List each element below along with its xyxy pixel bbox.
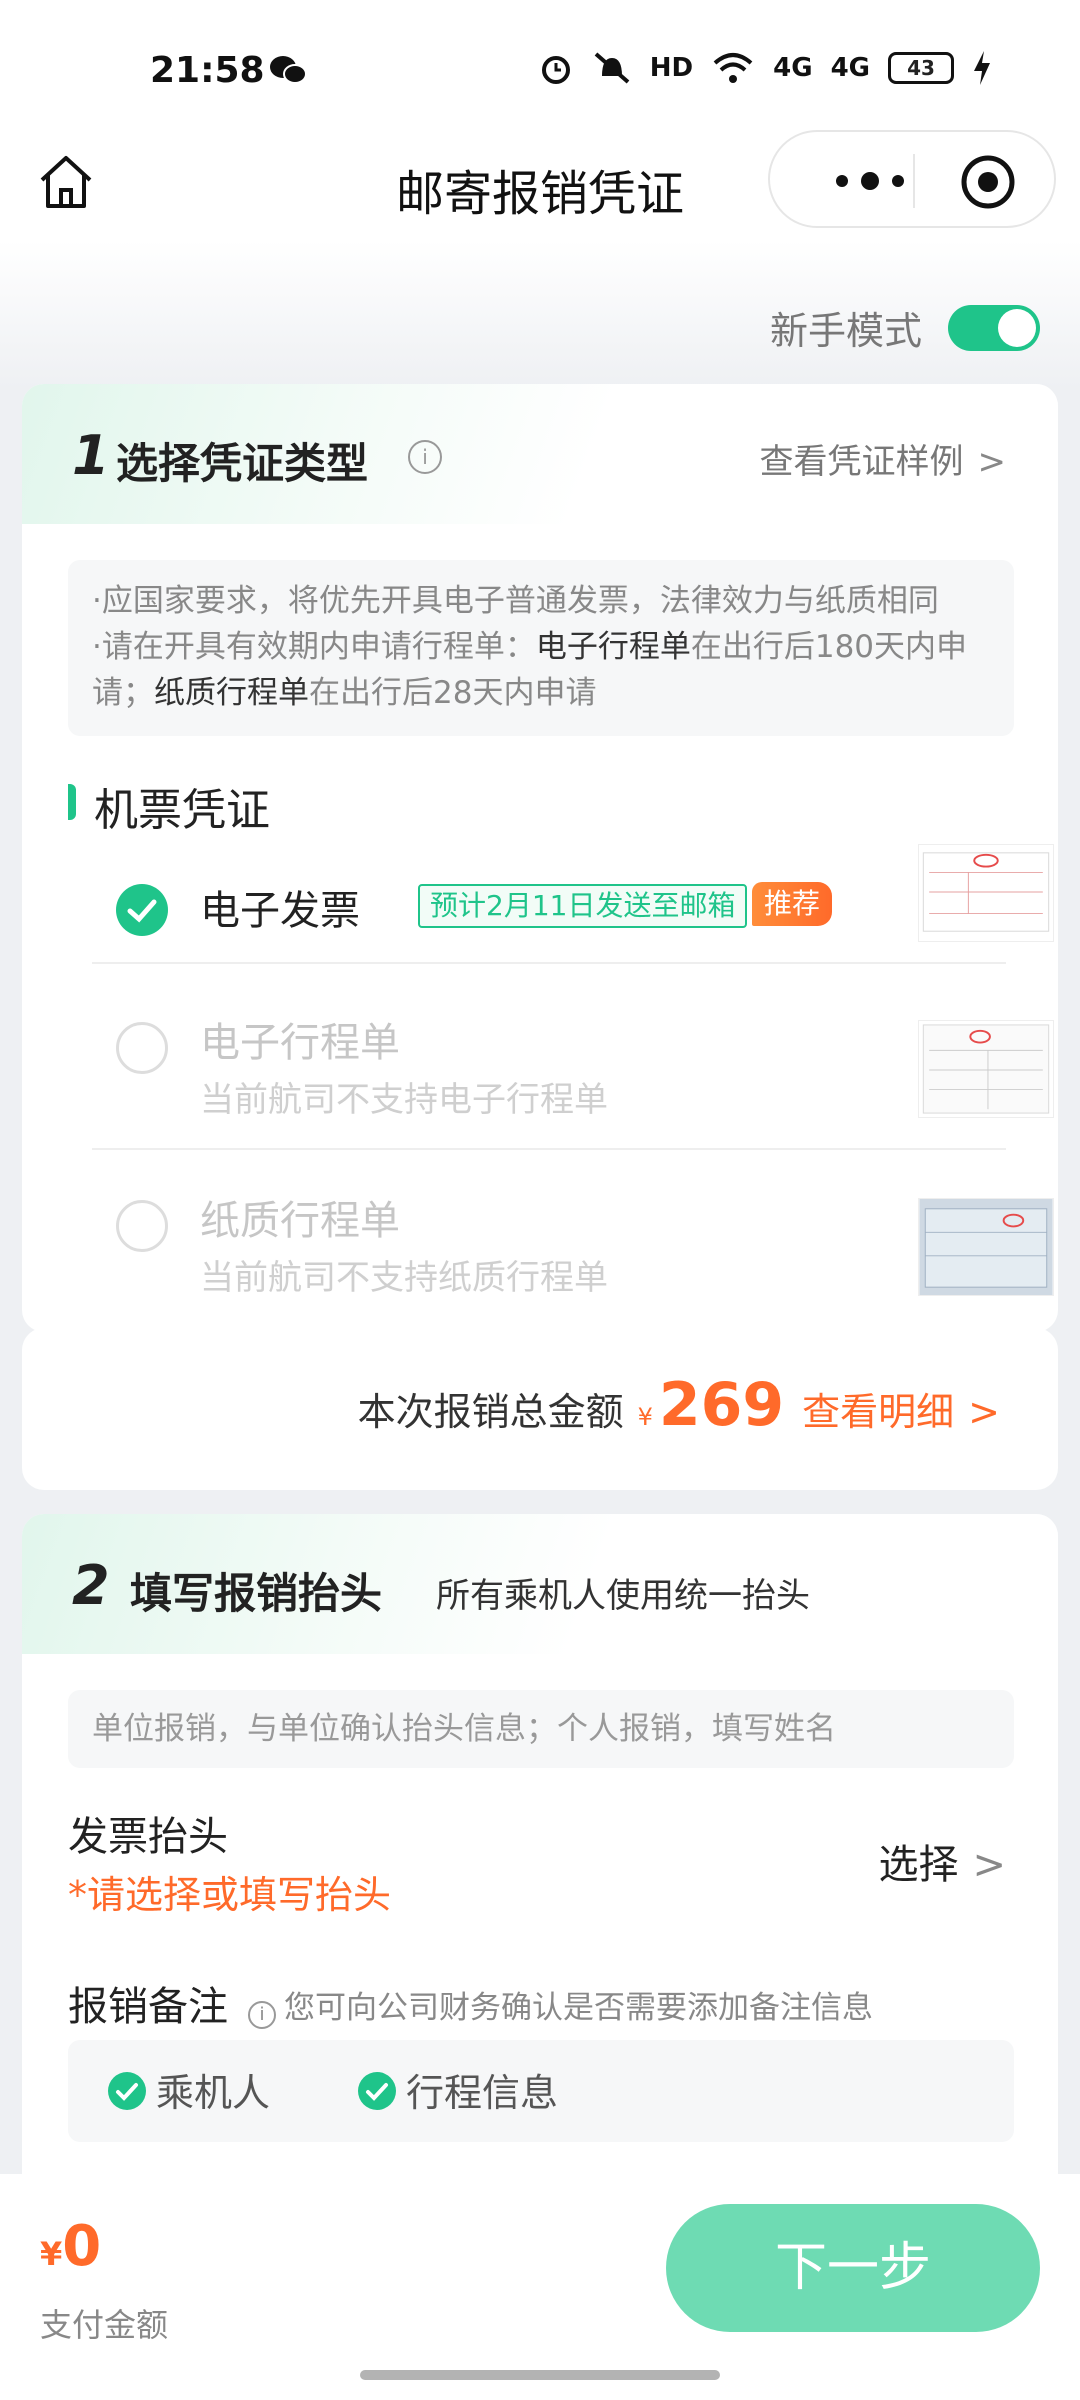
- newbie-mode-label: 新手模式: [769, 309, 922, 353]
- select-label: 选择: [878, 1842, 959, 1888]
- hd-icon: HD: [649, 53, 694, 83]
- section-title: 填写报销抬头: [130, 1569, 383, 1618]
- toggle-knob: [998, 308, 1036, 347]
- alarm-icon: [541, 56, 570, 84]
- invoice-title-hint: 单位报销，与单位确认抬头信息；个人报销，填写姓名: [68, 1690, 1014, 1768]
- status-icons: HD 4G 4G 43: [538, 50, 992, 86]
- remark-passenger-label: 乘机人: [156, 2071, 271, 2115]
- chevron-right-icon: >: [977, 442, 1007, 482]
- bottom-bar: ¥0 支付金额 下一步: [0, 2174, 1080, 2400]
- wechat-icon: [270, 56, 307, 84]
- battery-icon: 43: [888, 52, 954, 84]
- remark-label: 报销备注: [68, 1984, 228, 2030]
- notice-box: ·应国家要求，将优先开具电子普通发票，法律效力与纸质相同 ·请在开具有效期内申请…: [68, 560, 1014, 736]
- invoice-sample-thumbnail[interactable]: [918, 844, 1054, 942]
- option-e-itinerary: 电子行程单 当前航司不支持电子行程单: [92, 980, 1054, 1150]
- total-amount-row[interactable]: 本次报销总金额 ¥ 269 查看明细 >: [358, 1370, 1000, 1440]
- more-icon[interactable]: [830, 166, 910, 196]
- section-title: 选择凭证类型: [116, 439, 369, 488]
- pay-amount: ¥0: [40, 2214, 102, 2279]
- section-number: 2: [72, 1554, 110, 1617]
- radio-unchecked-icon: [116, 1200, 168, 1252]
- signal-icon-1: 4G: [773, 53, 813, 83]
- signal-icon-2: 4G: [830, 53, 870, 83]
- capsule-divider: [913, 154, 915, 208]
- radio-unchecked-icon: [116, 1022, 168, 1074]
- total-amount-label: 本次报销总金额: [357, 1390, 624, 1434]
- close-miniprogram-icon[interactable]: [960, 154, 1016, 210]
- option-label: 纸质行程单: [200, 1198, 400, 1244]
- total-amount-value: 269: [658, 1370, 785, 1440]
- section-description: 所有乘机人使用统一抬头: [436, 1576, 810, 1616]
- view-sample-link[interactable]: 查看凭证样例 >: [760, 434, 1007, 483]
- newbie-mode-row: 新手模式: [770, 300, 1040, 355]
- remark-hint: i 您可向公司财务确认是否需要添加备注信息: [248, 1982, 873, 2029]
- option-label: 电子发票: [200, 888, 360, 934]
- next-step-button[interactable]: 下一步: [666, 2204, 1040, 2332]
- view-sample-label: 查看凭证样例: [759, 442, 964, 482]
- miniprogram-capsule: [768, 130, 1056, 228]
- remark-options: 乘机人 行程信息: [68, 2040, 1014, 2142]
- newbie-mode-toggle[interactable]: [948, 304, 1040, 351]
- chevron-right-icon: >: [972, 1842, 1006, 1888]
- notice-line-2: ·请在开具有效期内申请行程单：电子行程单在出行后180天内申请；纸质行程单在出行…: [92, 629, 968, 711]
- option-unavailable-note: 当前航司不支持电子行程单: [200, 1080, 608, 1120]
- total-amount-card: 本次报销总金额 ¥ 269 查看明细 >: [22, 1328, 1058, 1490]
- paper-itinerary-sample-thumbnail[interactable]: [918, 1198, 1054, 1296]
- itinerary-sample-thumbnail[interactable]: [918, 1020, 1054, 1118]
- section-number: 1: [72, 424, 110, 487]
- charging-icon: [974, 51, 990, 85]
- status-time: 21:58: [150, 50, 265, 91]
- option-paper-itinerary: 纸质行程单 当前航司不支持纸质行程单: [92, 1158, 1054, 1328]
- section-header: 1 选择凭证类型 i 查看凭证样例 >: [22, 384, 1058, 524]
- option-unavailable-note: 当前航司不支持纸质行程单: [200, 1258, 608, 1298]
- info-icon[interactable]: i: [408, 440, 442, 474]
- info-icon: i: [248, 2001, 276, 2029]
- notice-line-1: ·应国家要求，将优先开具电子普通发票，法律效力与纸质相同: [92, 583, 939, 619]
- wifi-icon: [713, 53, 753, 83]
- view-detail-link[interactable]: 查看明细: [802, 1381, 954, 1436]
- checkbox-passenger[interactable]: [108, 2072, 146, 2110]
- pay-amount-label: 支付金额: [40, 2306, 169, 2344]
- checkbox-itinerary-info[interactable]: [358, 2072, 396, 2110]
- invoice-title-required: *请选择或填写抬头: [68, 1873, 392, 1917]
- option-e-invoice[interactable]: 电子发票 预计2月11日发送至邮箱 推荐: [92, 844, 1054, 964]
- chevron-right-icon: >: [968, 1390, 1000, 1434]
- invoice-title-label: 发票抬头: [68, 1814, 228, 1860]
- mute-icon: [594, 52, 630, 84]
- currency-symbol: ¥: [637, 1403, 653, 1431]
- status-bar: 21:58 HD 4G 4G 43: [0, 0, 1080, 130]
- radio-checked-icon[interactable]: [116, 884, 168, 936]
- remark-itinerary-label: 行程信息: [406, 2071, 559, 2115]
- select-invoice-title-button[interactable]: 选择 >: [878, 1832, 1006, 1890]
- nav-bar: 邮寄报销凭证: [0, 130, 1080, 240]
- delivery-date-tag: 预计2月11日发送至邮箱: [418, 884, 748, 928]
- voucher-type-card: 1 选择凭证类型 i 查看凭证样例 > ·应国家要求，将优先开具电子普通发票，法律…: [22, 384, 1058, 1332]
- home-indicator: [360, 2370, 720, 2380]
- subsection-title: 机票凭证: [94, 785, 270, 836]
- option-label: 电子行程单: [200, 1020, 400, 1066]
- recommend-badge: 推荐: [752, 882, 833, 926]
- section-header: 2 填写报销抬头 所有乘机人使用统一抬头: [22, 1514, 1058, 1654]
